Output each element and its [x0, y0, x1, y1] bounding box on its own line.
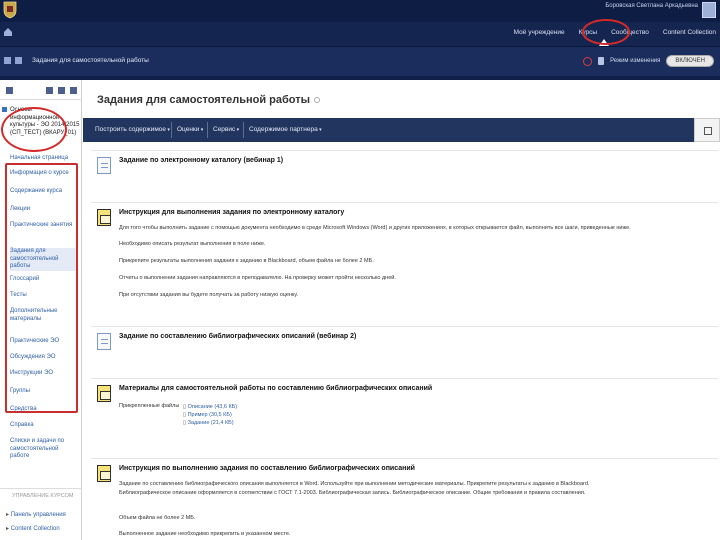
attached-files: Прикрепленные файлы Описание (43,6 КБ) П…: [119, 403, 237, 426]
refresh-icon[interactable]: [58, 87, 65, 94]
content-item-text: Задание по составлению библиографическог…: [119, 481, 590, 487]
content-area: Задания для самостоятельной работы Постр…: [83, 80, 720, 540]
instructions-icon: [97, 385, 111, 402]
sidebar-item-instructions[interactable]: Инструкции ЭО: [10, 370, 78, 378]
help-icon[interactable]: [583, 56, 593, 66]
toolbar-separator: [207, 122, 208, 138]
content-item-text: Библиографическое описание оформляется в…: [119, 490, 586, 496]
add-menu-item-icon[interactable]: [6, 87, 13, 94]
content-item-text: Необходимо описать результат выполнения …: [119, 241, 266, 247]
content-item-text: При отсутствии задания вы будете получат…: [119, 292, 299, 298]
content-item-text: Выполненное задание необходимо прикрепит…: [119, 531, 291, 537]
instructions-icon: [97, 209, 111, 226]
user-name[interactable]: Боровская Светлана Аркадьевна: [605, 3, 698, 9]
attached-files-label: Прикрепленные файлы: [119, 403, 180, 409]
edit-mode-label: Режим изменения: [610, 58, 661, 64]
content-item-title: Материалы для самостоятельной работы по …: [119, 385, 433, 392]
content-item-text: Объем файла не более 2 МБ.: [119, 515, 196, 521]
collapse-icon[interactable]: [46, 87, 53, 94]
content-collection-link[interactable]: Content Collection: [6, 525, 60, 532]
menu-icon[interactable]: [4, 57, 11, 64]
annotation-circle: [582, 19, 630, 45]
avatar[interactable]: [702, 2, 716, 18]
control-panel-link[interactable]: Панель управления: [6, 511, 66, 518]
file-link[interactable]: Задание (21,4 КБ): [183, 419, 303, 427]
reorder-button[interactable]: [694, 118, 720, 142]
content-item-title[interactable]: Задание по электронному каталогу (вебина…: [119, 157, 283, 164]
university-logo[interactable]: [2, 1, 18, 19]
content-item: Инструкция по выполнению задания по сост…: [91, 458, 718, 540]
sidebar-item-groups[interactable]: Группы: [10, 388, 78, 396]
calendar-icon[interactable]: [15, 57, 22, 64]
breadcrumb[interactable]: Задания для самостоятельной работы: [32, 57, 149, 64]
content-item-title: Инструкция по выполнению задания по сост…: [119, 465, 415, 472]
edit-mode-toggle[interactable]: ВКЛЮЧЕН: [666, 55, 714, 67]
content-item: Задание по электронному каталогу (вебина…: [91, 150, 718, 190]
tools-menu[interactable]: Сервис: [213, 126, 239, 133]
content-item: Инструкция для выполнения задания по эле…: [91, 202, 718, 322]
sidebar-item-tools[interactable]: Средства: [10, 406, 78, 414]
sidebar-item-discussions[interactable]: Обсуждения ЭО: [10, 354, 78, 362]
course-menu: Основы информационной культуры - ЭО 2014…: [0, 80, 82, 540]
page-title-text: Задания для самостоятельной работы: [97, 94, 311, 106]
sort-icon[interactable]: [70, 87, 77, 94]
nav-tab-my-institution[interactable]: Моё учреждение: [514, 29, 565, 36]
grades-menu[interactable]: Оценки: [177, 126, 203, 133]
content-item-title[interactable]: Задание по составлению библиографических…: [119, 333, 356, 340]
options-icon[interactable]: [314, 97, 321, 104]
sidebar-item-task-lists[interactable]: Списки и задачи по самостоятельной работ…: [10, 438, 78, 461]
sidebar-item-help[interactable]: Справка: [10, 422, 78, 430]
content-toolbar: Построить содержимое Оценки Сервис Содер…: [83, 118, 720, 142]
course-management-label: УПРАВЛЕНИЕ КУРСОМ: [12, 493, 74, 499]
doc-icon: [97, 157, 111, 174]
file-list: Описание (43,6 КБ) Пример (30,5 КБ) Зада…: [183, 403, 303, 427]
doc-icon: [97, 333, 111, 350]
content-item-text: Отчеты о выполнении задания направляются…: [119, 275, 396, 281]
toolbar-separator: [243, 122, 244, 138]
file-link[interactable]: Описание (43,6 КБ): [183, 403, 303, 411]
annotation-oval: [1, 107, 67, 152]
breadcrumb-bar: Задания для самостоятельной работы Режим…: [0, 46, 720, 76]
toolbar-separator: [171, 122, 172, 138]
edit-mode-area: Режим изменения ВКЛЮЧЕН: [583, 55, 714, 67]
content-item-title: Инструкция для выполнения задания по эле…: [119, 209, 345, 216]
build-content-menu[interactable]: Построить содержимое: [95, 126, 170, 133]
home-icon[interactable]: [4, 28, 12, 36]
course-menu-tools: [0, 82, 82, 100]
content-item: Задание по составлению библиографических…: [91, 326, 718, 366]
sidebar-item-home-page[interactable]: Начальная страница: [10, 155, 78, 163]
file-link[interactable]: Пример (30,5 КБ): [183, 411, 303, 419]
main-nav: Моё учреждение Курсы Сообщество Content …: [0, 19, 720, 46]
sidebar-item-practical-eo[interactable]: Практические ЭО: [10, 338, 78, 346]
content-item-text: Прикрепите результаты выполнения задания…: [119, 258, 374, 264]
breadcrumb-tools: [4, 57, 22, 64]
reorder-icon: [704, 127, 712, 135]
lock-icon: [598, 57, 605, 65]
course-management: УПРАВЛЕНИЕ КУРСОМ Панель управления Cont…: [0, 488, 82, 540]
nav-tab-content-collection[interactable]: Content Collection: [663, 29, 716, 36]
content-item-text: Для того чтобы выполнить задание с помощ…: [119, 225, 631, 231]
page-title: Задания для самостоятельной работы: [97, 94, 321, 106]
content-item: Материалы для самостоятельной работы по …: [91, 378, 718, 448]
instructions-icon: [97, 465, 111, 482]
partner-content-menu[interactable]: Содержимое партнера: [249, 126, 322, 133]
